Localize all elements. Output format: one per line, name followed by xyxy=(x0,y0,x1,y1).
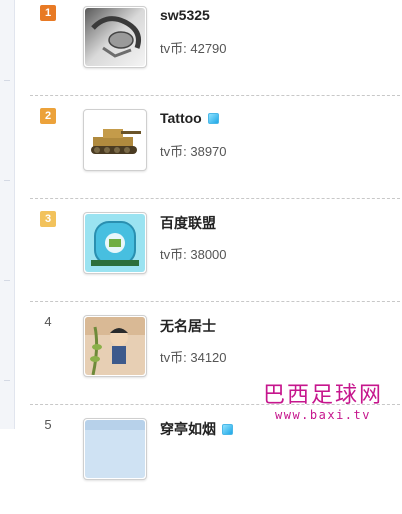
ranking-row[interactable]: 5 穿亭如烟 xyxy=(30,412,402,514)
rank-badge: 1 xyxy=(40,5,56,21)
user-avatar[interactable] xyxy=(83,315,147,377)
rank-badge: 3 xyxy=(40,211,56,227)
watermark-url: www.baxi.tv xyxy=(275,408,371,422)
user-avatar[interactable] xyxy=(83,109,147,171)
row-divider xyxy=(30,95,400,96)
cartoon-boy-avatar-icon xyxy=(85,317,145,375)
ranking-row[interactable]: 2 Tattoo tv币: 38970 xyxy=(30,103,402,205)
row-divider xyxy=(30,301,400,302)
coin-balance: tv币: 38000 xyxy=(160,247,227,262)
rank-number: 4 xyxy=(44,314,52,329)
user-avatar[interactable] xyxy=(83,418,147,480)
coin-balance: tv币: 42790 xyxy=(160,41,227,56)
ranking-row[interactable]: 3 百度联盟 tv币: 38000 xyxy=(30,206,402,308)
username[interactable]: 无名居士 xyxy=(160,316,216,336)
vip-badge-icon xyxy=(222,424,233,435)
metal-figure-avatar-icon xyxy=(85,8,145,66)
coin-balance: tv币: 34120 xyxy=(160,350,227,365)
username[interactable]: 穿亭如烟 xyxy=(160,419,233,439)
coin-balance: tv币: 38970 xyxy=(160,144,227,159)
watermark-title: 巴西足球网 xyxy=(262,383,383,408)
rank-number: 5 xyxy=(44,417,52,432)
ranking-row[interactable]: 1 sw5325 tv币: 42790 xyxy=(30,0,402,102)
username[interactable]: sw5325 xyxy=(160,7,210,23)
vip-badge-icon xyxy=(207,113,219,124)
username[interactable]: 百度联盟 xyxy=(160,213,216,233)
site-watermark: 巴西足球网 www.baxi.tv xyxy=(248,384,398,424)
left-gutter xyxy=(0,0,15,429)
username[interactable]: Tattoo xyxy=(160,110,219,126)
row-divider xyxy=(30,198,400,199)
rank-badge: 2 xyxy=(40,108,56,124)
tank-avatar-icon xyxy=(85,111,145,169)
user-avatar[interactable] xyxy=(83,212,147,274)
blue-mascot-avatar-icon xyxy=(85,214,145,272)
user-avatar[interactable] xyxy=(83,6,147,68)
